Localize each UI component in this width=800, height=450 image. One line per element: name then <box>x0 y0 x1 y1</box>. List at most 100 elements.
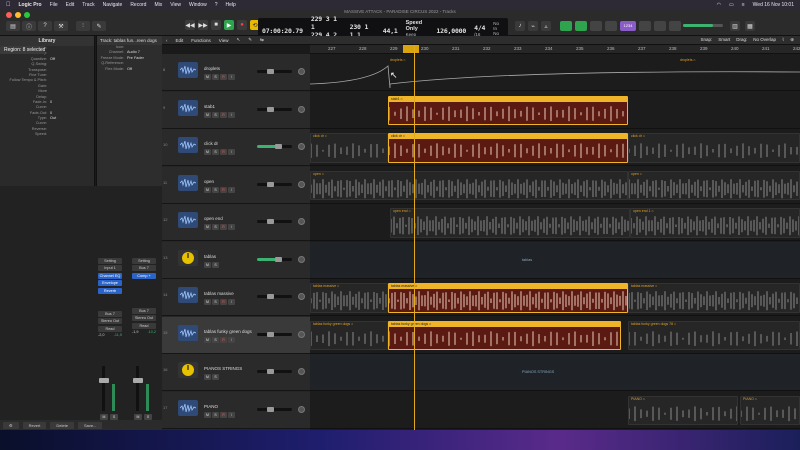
plugin-slot[interactable]: Envelope <box>98 280 122 286</box>
pan-knob[interactable] <box>298 180 305 188</box>
play-icon[interactable]: ▶ <box>224 20 234 30</box>
count-in-icon[interactable]: ⌁ <box>528 21 538 31</box>
tablas-massive-region[interactable]: tablas massive ⌂ <box>310 283 388 313</box>
output-slot[interactable]: Stereo Out <box>132 315 156 321</box>
record-enable-button[interactable]: R <box>220 411 227 418</box>
track-name[interactable]: PIANOS STRINGS <box>204 366 242 371</box>
solo-button[interactable]: S <box>212 224 219 230</box>
pan-knob[interactable] <box>298 255 305 263</box>
record-enable-button[interactable]: R <box>220 111 227 118</box>
tuner-icon[interactable]: ♪ <box>515 21 525 31</box>
pan-knob[interactable] <box>298 105 305 113</box>
stab1-region[interactable]: stab1 ⌂ <box>388 95 628 125</box>
sync-icon[interactable] <box>605 21 617 31</box>
region-title-bar[interactable]: open ⌂ <box>311 172 627 177</box>
click-region[interactable]: click dr ⌂ <box>628 133 800 163</box>
track-volume-slider[interactable] <box>257 181 292 187</box>
solo-button[interactable]: S <box>212 299 219 305</box>
input-monitor-button[interactable]: I <box>228 411 235 418</box>
mute-button[interactable]: M <box>204 374 211 380</box>
eq-setting-slot[interactable]: Setting <box>98 257 122 264</box>
forward-icon[interactable]: ▶▶ <box>198 20 208 30</box>
volume-fader[interactable] <box>132 366 143 411</box>
menu-extra[interactable]: ? <box>215 2 218 8</box>
track-volume-slider[interactable] <box>257 219 292 224</box>
mute-button[interactable]: M <box>204 186 211 193</box>
tablas-massive-region-selected[interactable]: tablas massive ⌂ <box>388 283 628 313</box>
tablas-green-region[interactable]: tablas funky green dogs ⌂ <box>310 320 388 350</box>
pan-knob[interactable] <box>298 368 305 375</box>
pan-knob[interactable] <box>298 405 305 413</box>
region-property-value[interactable]: 0 <box>50 100 52 105</box>
tablas-green-region[interactable]: tablas funky green dogs 78 ⌂ <box>628 320 800 350</box>
track-header[interactable]: 16 PIANOS STRINGS M S <box>162 354 310 391</box>
solo-button[interactable]: S <box>212 336 219 343</box>
record-enable-button[interactable]: R <box>220 336 227 343</box>
region-title-bar[interactable]: open end 1 ⌂ <box>631 209 799 214</box>
plugin-slot[interactable]: Channel EQ <box>98 272 122 279</box>
track-inspector-header[interactable]: Track: tablas fun...reen dogs <box>97 36 162 45</box>
region-title-bar[interactable]: stab1 ⌂ <box>389 96 627 102</box>
replace-icon[interactable] <box>560 21 572 31</box>
open-region[interactable]: open ⌂ <box>628 170 800 200</box>
track-volume-slider[interactable] <box>257 144 292 149</box>
track-volume-slider[interactable] <box>257 69 292 74</box>
region-title-bar[interactable]: PIANO ⌂ <box>629 397 737 402</box>
input-monitor-button[interactable]: I <box>228 299 235 305</box>
autopunch-icon[interactable] <box>575 21 587 31</box>
stop-icon[interactable]: ■ <box>211 20 221 30</box>
pencil-tool-icon[interactable]: ✎ <box>248 37 252 43</box>
menu-file[interactable]: File <box>50 2 58 8</box>
track-volume-slider[interactable] <box>257 331 292 337</box>
region-title-bar[interactable]: tablas funky green dogs ⌂ <box>311 322 387 327</box>
solo-button[interactable]: S <box>212 111 219 118</box>
notes-icon[interactable] <box>654 21 666 31</box>
list-editors-icon[interactable] <box>639 21 651 31</box>
menu-view[interactable]: View <box>170 2 181 8</box>
click-region-selected[interactable]: click dr ⌂ <box>388 133 628 163</box>
folder-label[interactable]: tablas <box>522 258 532 262</box>
send-bus-slot[interactable]: Bus 7 <box>132 307 156 314</box>
region-title-bar[interactable]: PIANO ⌂ <box>741 397 799 402</box>
library-header[interactable]: Library <box>0 36 94 46</box>
control-center-icon[interactable]: ≡ <box>742 2 745 8</box>
cpu-meter-icon[interactable]: ▥ <box>730 21 740 31</box>
pan-knob[interactable] <box>298 218 305 225</box>
region-title-bar[interactable]: open end ⌂ <box>391 209 629 214</box>
apple-menu-icon[interactable]:  <box>6 2 11 8</box>
record-enable-button[interactable]: R <box>220 74 227 80</box>
hd-meter-icon[interactable]: ▦ <box>745 21 755 31</box>
output-slot[interactable]: Stereo Out <box>98 318 122 324</box>
track-volume-slider[interactable] <box>257 294 292 299</box>
region-title-bar[interactable]: tablas funky green dogs 78 ⌂ <box>629 322 799 327</box>
mute-button[interactable]: M <box>204 74 211 80</box>
send-bus-slot[interactable]: Bus 7 <box>98 310 122 317</box>
library-button[interactable]: ▤ <box>6 21 20 31</box>
mute-button[interactable]: M <box>204 336 211 343</box>
plugin-slot[interactable]: Comp + <box>132 272 156 279</box>
automation-mode-slot[interactable]: Read <box>132 322 156 329</box>
mute-button[interactable]: M <box>204 149 211 155</box>
track-header[interactable]: 8 droplets M S R I <box>162 54 310 91</box>
track-volume-slider[interactable] <box>257 369 292 374</box>
record-icon[interactable]: ● <box>237 20 247 30</box>
track-name[interactable]: stab1 <box>204 104 215 109</box>
editors-button[interactable]: ✎ <box>92 21 106 31</box>
back-icon[interactable]: ‹ <box>166 38 168 43</box>
track-header[interactable]: 11 open M S R I <box>162 166 310 204</box>
track-header[interactable]: 12 open end M S R I <box>162 204 310 241</box>
track-header[interactable]: 13 tablas M S <box>162 241 310 279</box>
track-name[interactable]: tablas <box>204 254 216 259</box>
mute-button[interactable]: M <box>204 111 211 118</box>
piano-region[interactable]: PIANO ⌂ <box>628 395 738 425</box>
input-monitor-button[interactable]: I <box>228 74 235 80</box>
track-lane[interactable] <box>310 354 800 391</box>
input-monitor-button[interactable]: I <box>228 111 235 118</box>
piano-region[interactable]: PIANO ⌂ <box>740 395 800 425</box>
volume-knob[interactable] <box>267 181 274 187</box>
region-title-bar[interactable]: click dr ⌂ <box>389 134 627 139</box>
volume-knob[interactable] <box>267 294 274 299</box>
track-property-value[interactable]: Pre Fader <box>127 56 144 61</box>
master-volume-slider[interactable] <box>683 24 723 27</box>
region-title-bar[interactable]: click dr ⌂ <box>629 134 799 139</box>
